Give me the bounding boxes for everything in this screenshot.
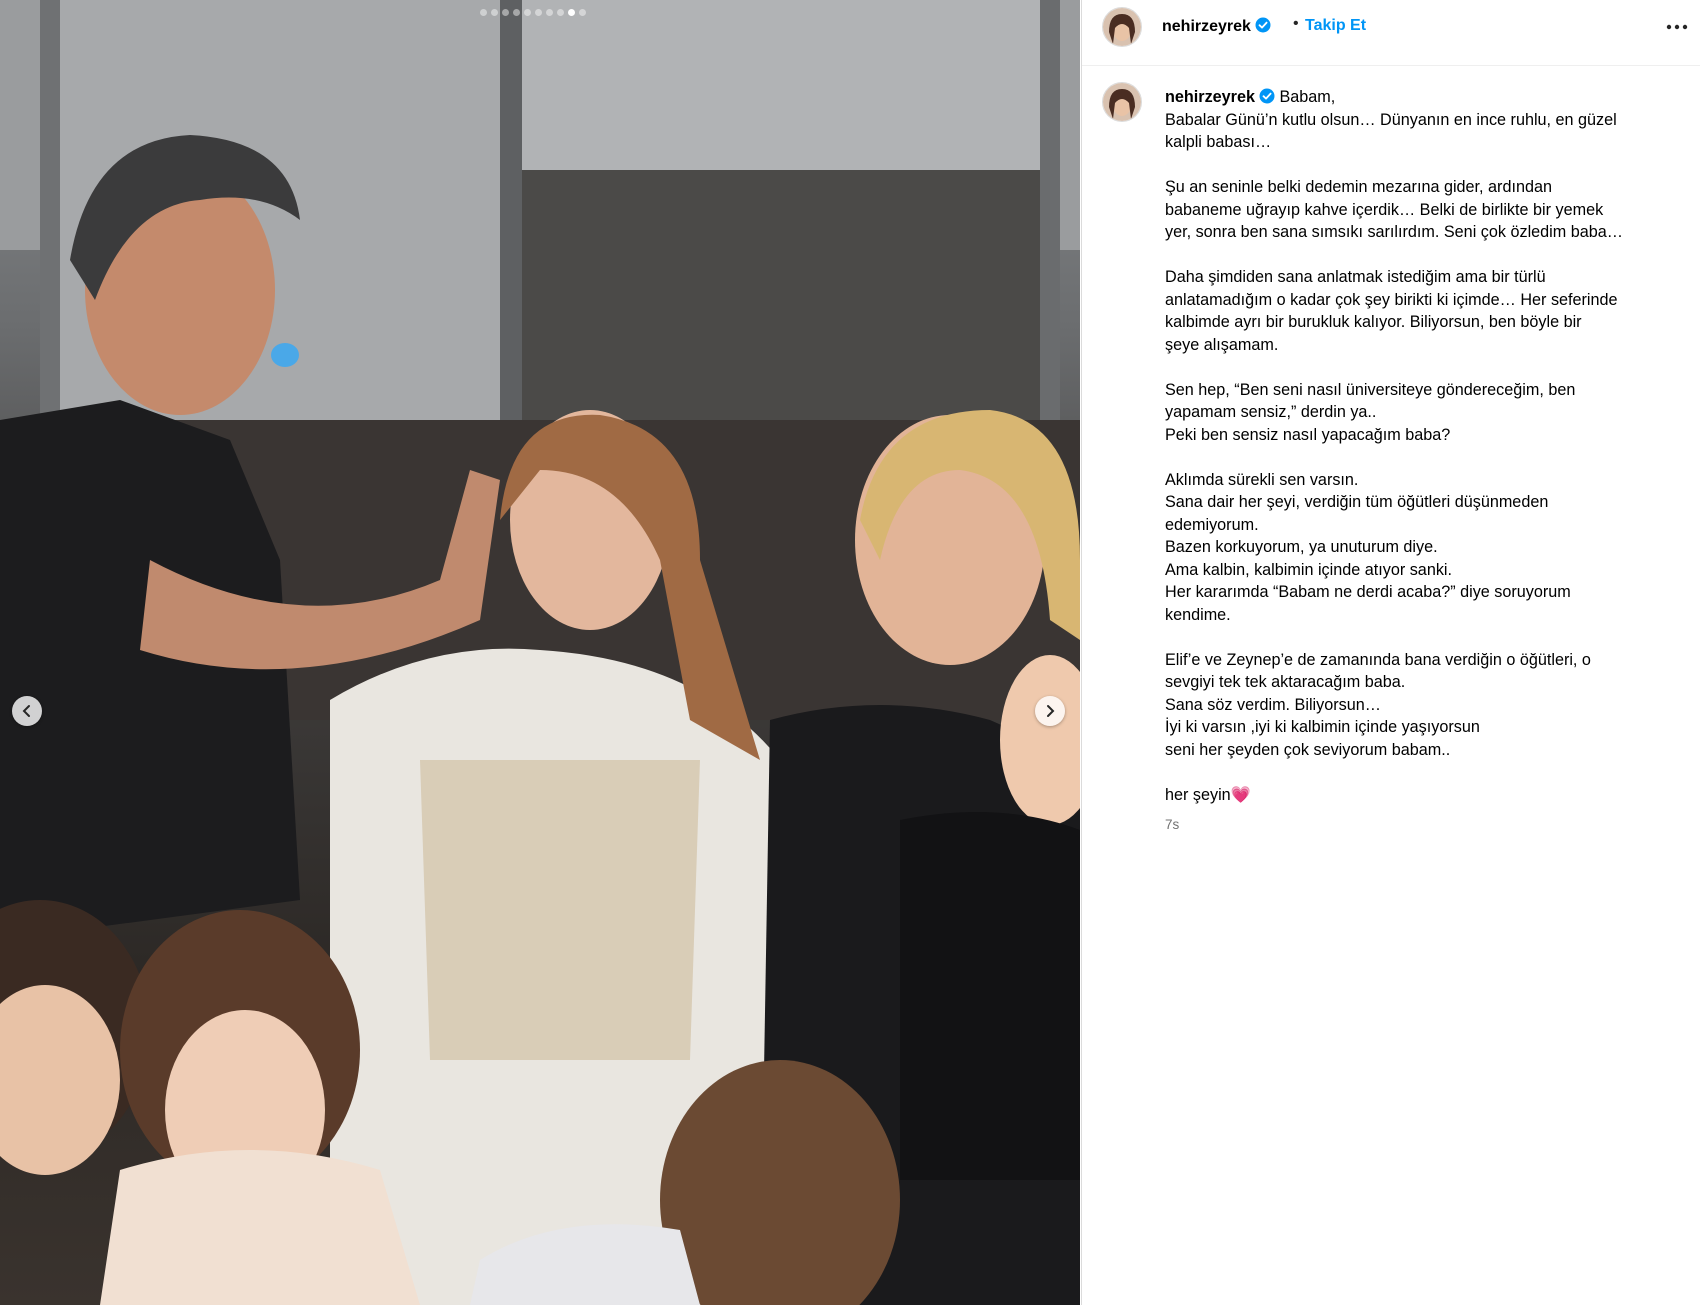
carousel-dot xyxy=(480,9,487,16)
caption-signoff: her şeyin💗 xyxy=(1165,784,1685,807)
caption-line: şeye alışamam. xyxy=(1165,335,1279,354)
caption-line: kendime. xyxy=(1165,605,1231,624)
carousel-dot xyxy=(513,9,520,16)
chevron-left-icon xyxy=(22,705,30,717)
next-slide-button[interactable] xyxy=(1035,696,1065,726)
post-header: nehirzeyrek • Takip Et xyxy=(1082,0,1700,66)
verified-badge-icon xyxy=(1259,88,1275,104)
carousel-dot xyxy=(557,9,564,16)
post-details-panel: nehirzeyrek • Takip Et nehirzeyrek Babam… xyxy=(1081,0,1700,1305)
separator-dot: • xyxy=(1293,15,1299,32)
username-text[interactable]: nehirzeyrek xyxy=(1162,18,1251,35)
caption-line: Her kararımda “Babam ne derdi acaba?” di… xyxy=(1165,583,1571,601)
caption-line: Bazen korkuyorum, ya unuturum diye. xyxy=(1165,538,1438,556)
photo-image xyxy=(0,0,1080,1305)
caption-line: Sen hep, “Ben seni nasıl üniversiteye gö… xyxy=(1165,380,1576,399)
caption-line: Peki ben sensiz nasıl yapacağım baba? xyxy=(1165,425,1451,444)
caption-line: Elif’e ve Zeynep’e de zamanında bana ver… xyxy=(1165,650,1591,669)
caption-line: sevgiyi tek tek aktaracağım baba. xyxy=(1165,673,1406,691)
caption-paragraph-gap xyxy=(1165,356,1685,379)
caption-author-avatar[interactable] xyxy=(1102,82,1142,122)
more-options-icon xyxy=(1666,24,1688,30)
previous-slide-button[interactable] xyxy=(12,696,42,726)
follow-button[interactable]: Takip Et xyxy=(1305,17,1366,35)
caption-line: Aklımda sürekli sen varsın. xyxy=(1165,470,1359,489)
post-photo[interactable] xyxy=(0,0,1080,1305)
caption-line: edemiyorum. xyxy=(1165,515,1259,534)
caption-line: İyi ki varsın ,iyi ki kalbimin içinde ya… xyxy=(1165,718,1480,736)
chevron-right-icon xyxy=(1047,705,1055,717)
caption-line: Sana söz verdim. Biliyorsun… xyxy=(1165,695,1381,714)
carousel-dot xyxy=(579,9,586,16)
caption-line: yer, sonra ben sana sımsıkı sarılırdım. … xyxy=(1165,223,1623,241)
post-timestamp[interactable]: 7s xyxy=(1165,814,1685,837)
author-username[interactable]: nehirzeyrek xyxy=(1162,17,1271,36)
caption-paragraph-gap xyxy=(1165,761,1685,784)
caption-first-line: nehirzeyrek Babam, xyxy=(1165,86,1685,109)
caption-line: Daha şimdiden sana anlatmak istediğim am… xyxy=(1165,268,1546,286)
carousel-dot xyxy=(491,9,498,16)
caption-paragraph-gap xyxy=(1165,626,1685,649)
caption-line: seni her şeyden çok seviyorum babam.. xyxy=(1165,740,1451,759)
caption-line: anlatamadığım o kadar çok şey birikti ki… xyxy=(1165,290,1618,309)
signoff-text: her şeyin xyxy=(1165,785,1231,804)
caption-opening: Babam, xyxy=(1279,88,1336,106)
caption-line: babaneme uğrayıp kahve içerdik… Belki de… xyxy=(1165,200,1604,219)
heart-emoji: 💗 xyxy=(1230,785,1251,804)
post-caption: nehirzeyrek Babam, Babalar Günü’n kutlu … xyxy=(1165,86,1685,837)
caption-paragraph-gap xyxy=(1165,244,1685,267)
author-avatar[interactable] xyxy=(1102,7,1142,47)
caption-line: Sana dair her şeyi, verdiğin tüm öğütler… xyxy=(1165,493,1549,511)
caption-body: Babalar Günü’n kutlu olsun… Dünyanın en … xyxy=(1165,109,1685,784)
caption-line: Ama kalbin, kalbimin içinde atıyor sanki… xyxy=(1165,560,1453,579)
caption-line: yapamam sensiz,” derdin ya.. xyxy=(1165,403,1377,421)
carousel-dot xyxy=(502,9,509,16)
caption-line: Babalar Günü’n kutlu olsun… Dünyanın en … xyxy=(1165,110,1617,129)
carousel-dot xyxy=(524,9,531,16)
carousel-dot xyxy=(546,9,553,16)
carousel-dot xyxy=(568,9,575,16)
carousel-indicator xyxy=(480,9,586,16)
caption-line: Şu an seninle belki dedemin mezarına gid… xyxy=(1165,178,1552,196)
caption-paragraph-gap xyxy=(1165,154,1685,177)
caption-paragraph-gap xyxy=(1165,446,1685,469)
carousel-dot xyxy=(535,9,542,16)
caption-line: kalbimde ayrı bir burukluk kalıyor. Bili… xyxy=(1165,313,1582,331)
more-options-button[interactable] xyxy=(1664,14,1690,40)
verified-badge-icon xyxy=(1255,17,1271,33)
caption-line: kalpli babası… xyxy=(1165,133,1272,151)
caption-username[interactable]: nehirzeyrek xyxy=(1165,88,1255,106)
